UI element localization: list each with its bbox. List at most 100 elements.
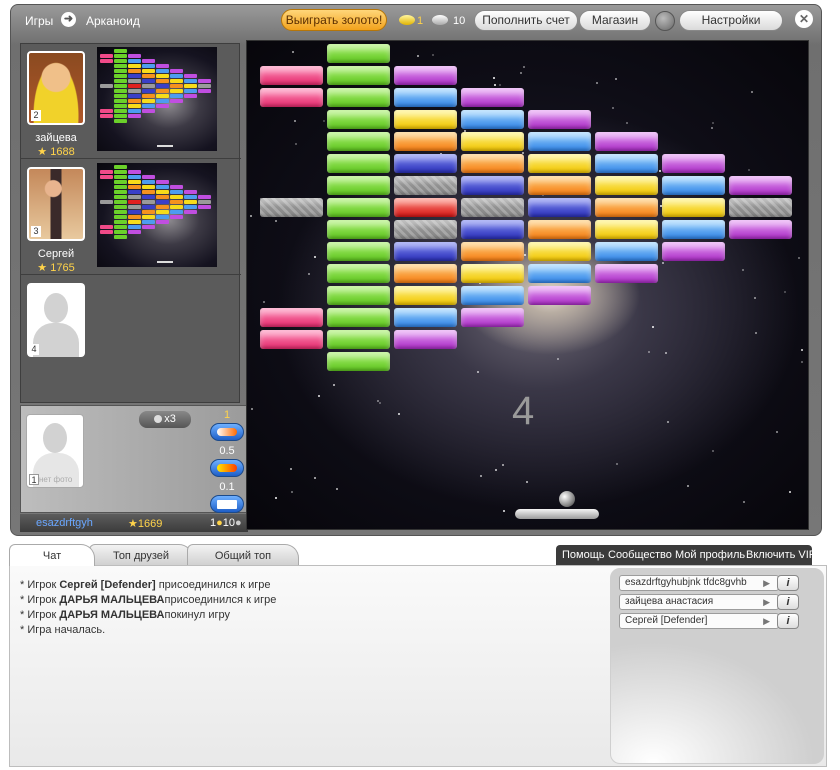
own-silver-value: 10 [222,517,236,529]
brick-yellow [595,176,658,195]
shop-button[interactable]: Магазин [579,10,651,31]
info-button[interactable]: i [777,575,799,591]
mini-brick [142,104,155,108]
paddle[interactable] [515,509,599,519]
arrow-right-icon[interactable]: ➜ [61,12,76,27]
mini-brick [100,225,113,229]
brick-blue [595,242,658,261]
mini-brick [128,175,141,179]
mini-brick [114,54,127,58]
tab-friends-top[interactable]: Топ друзей [89,544,193,566]
info-button[interactable]: i [777,594,799,610]
info-button[interactable]: i [777,613,799,629]
mini-brick [142,180,155,184]
mini-brick [170,89,183,93]
brick-yellow [394,110,457,129]
mini-brick [170,74,183,78]
mini-brick [142,190,155,194]
mini-brick [128,89,141,93]
balls-badge: x3 [139,411,191,428]
mini-brick [156,200,169,204]
status-dot-icon[interactable] [655,11,675,31]
mini-brick [100,84,113,88]
games-link[interactable]: Игры [25,14,53,28]
star [667,421,669,423]
mini-brick [128,210,141,214]
mini-brick [142,215,155,219]
gold-coin-icon [399,15,415,25]
user-row[interactable]: зайцева анастасия ▶ [619,594,779,610]
player-slot-number: 3 [31,226,41,237]
powerup-rocket-button[interactable] [210,423,244,441]
help-link[interactable]: Помощь [562,549,605,561]
mini-brick [128,195,141,199]
mini-brick [142,99,155,103]
vip-link[interactable]: Включить VIP [746,549,816,561]
star [743,501,745,503]
powerups: 1 0.5 0.1 [207,409,247,517]
refill-button[interactable]: Пополнить счет [474,10,578,31]
star [626,122,628,124]
settings-button[interactable]: Настройки [679,10,783,31]
powerup-fire-button[interactable] [210,459,244,477]
user-row[interactable]: Сергей [Defender] ▶ [619,613,779,629]
mini-brick [156,79,169,83]
brick-yellow [662,198,725,217]
player-card[interactable]: 3 Сергей ★ 1765 [21,160,241,275]
top-bar: Игры ➜ Арканоид Выиграть золото! 1 10 По… [11,5,821,37]
brick-orange [528,220,591,239]
star [275,220,277,222]
powerup-cost: 0.5 [219,445,235,457]
mini-brick [142,59,155,63]
tab-global-top[interactable]: Общий топ [187,544,299,566]
brick-purple [595,132,658,151]
mini-brick [156,104,169,108]
player-card[interactable]: 2 зайцева ★ 1688 [21,44,241,159]
mini-brick [114,235,127,239]
brick-purple [394,66,457,85]
mini-brick [170,205,183,209]
player-card-empty[interactable]: 4 [21,276,241,391]
tab-chat[interactable]: Чат [9,544,95,566]
silver-coin-icon: ● [235,517,242,529]
star [377,400,379,402]
user-row[interactable]: esazdrftgyhubjnk tfdc8gvhb ▶ [619,575,779,591]
powerup-mail-button[interactable] [210,495,244,513]
brick-green [327,66,390,85]
mini-brick [128,185,141,189]
brick-purple [461,308,524,327]
brick-gray [394,220,457,239]
star [398,413,400,415]
mini-brick [128,170,141,174]
star [295,143,297,145]
mini-brick [142,89,155,93]
star [318,395,320,397]
brick-yellow [394,286,457,305]
star [263,301,265,303]
playfield[interactable]: 4 [246,40,809,530]
star [659,170,661,172]
win-gold-button[interactable]: Выиграть золото! [281,9,387,31]
brick-purple [394,330,457,349]
community-link[interactable]: Сообщество [608,549,672,561]
star [503,510,505,512]
mini-brick [128,59,141,63]
brick-green [327,264,390,283]
close-icon[interactable]: ✕ [795,10,813,28]
own-username[interactable]: esazdrftgyh [36,517,93,529]
mini-brick [114,210,127,214]
mini-brick [170,79,183,83]
star-icon: ★ [37,262,48,274]
profile-link[interactable]: Мой профиль [675,549,745,561]
star [290,468,292,470]
brick-orange [394,132,457,151]
star [789,491,791,493]
brick-purple [528,286,591,305]
mini-brick [114,220,127,224]
brick-pink [260,88,323,107]
mini-brick [142,109,155,113]
brick-blue [461,110,524,129]
star [712,122,714,124]
mini-brick [142,210,155,214]
gold-count: 1 [417,15,424,27]
